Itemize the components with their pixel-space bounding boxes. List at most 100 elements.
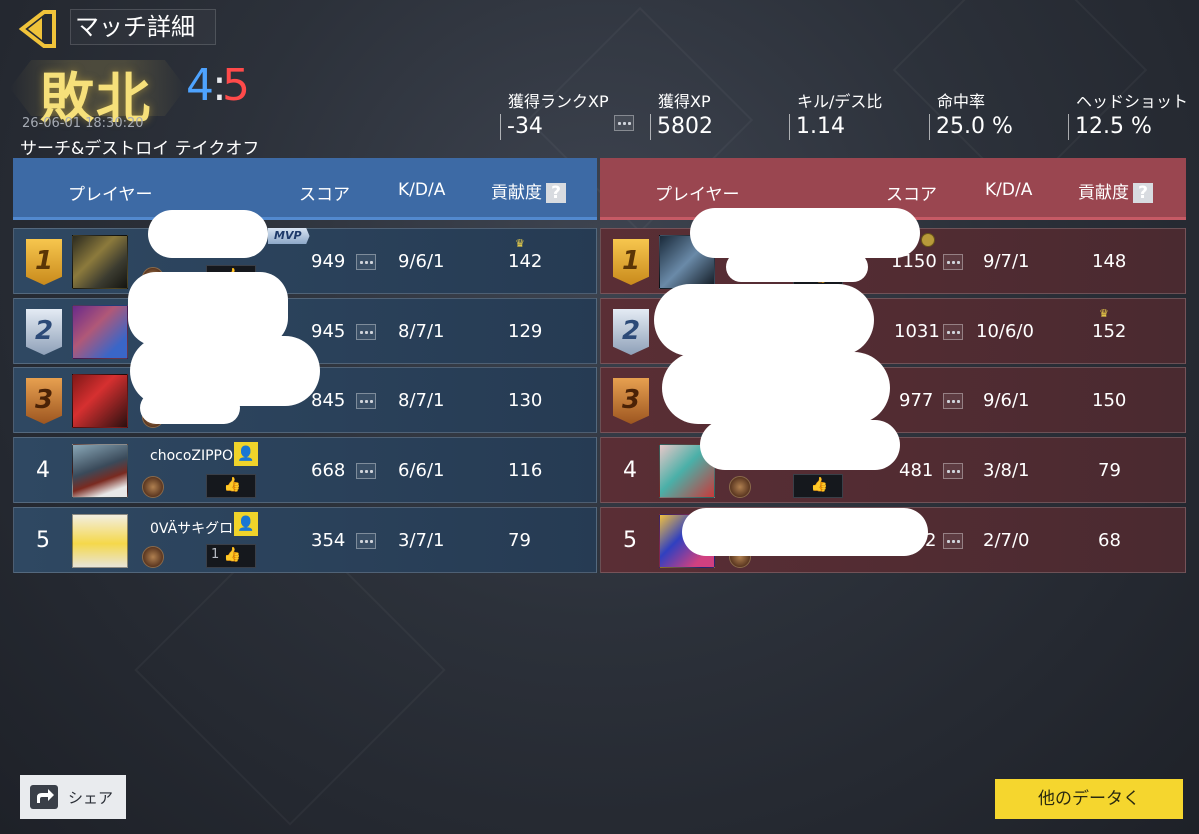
help-icon[interactable]: ? [546,183,566,203]
share-button[interactable]: シェア [20,775,126,819]
back-button[interactable] [14,8,60,50]
rank-number: 5 [623,528,637,553]
player-contribution: 130 [508,390,543,411]
stat-accuracy: 命中率 25.0 % [929,88,1013,140]
more-data-button[interactable]: 他のデータく [995,779,1183,819]
stat-label: ヘッドショット [1076,92,1189,111]
more-dots-icon[interactable] [356,254,376,270]
player-kda: 10/6/0 [976,321,1034,342]
add-friend-icon[interactable]: 👤 [234,512,258,536]
player-kda: 3/8/1 [983,460,1030,481]
player-kda: 6/6/1 [398,460,445,481]
column-player: プレイヤー [68,185,153,205]
player-kda: 9/6/1 [983,390,1030,411]
redaction-mark [726,252,868,282]
rank-number: 4 [36,458,50,483]
share-icon [30,785,58,809]
thumbs-up-icon: 👍 [223,477,241,493]
rank-badge-silver: 2 [26,309,62,355]
player-score: 977 [899,390,934,411]
player-contribution: 148 [1092,251,1127,272]
table-row[interactable]: 5 0VÄサキグロ 👤 1 👍 354 3/7/1 79 [13,507,597,573]
avatar[interactable] [72,514,128,568]
stat-value: 25.0 % [929,114,1013,140]
player-kda: 8/7/1 [398,321,445,342]
like-count: 1 [211,547,220,562]
player-contribution: 152 [1092,321,1127,342]
rank-badge-bronze: 3 [26,378,62,424]
redaction-mark [654,284,874,356]
player-kda: 3/7/1 [398,530,445,551]
redaction-mark [682,508,928,556]
table-row[interactable]: 4 chocoZIPPO 👤 👍 668 6/6/1 116 [13,437,597,503]
page-title: マッチ詳細 [70,9,216,45]
column-kda: K/D/A [985,180,1033,200]
table-row[interactable]: 1 👍 MVP 949 9/6/1 ♛ 142 [13,228,597,294]
avatar[interactable] [72,305,128,359]
column-score: スコア [886,185,937,205]
stat-value: 1.14 [789,114,882,140]
rank-badge-silver: 2 [613,309,649,355]
stat-label: 命中率 [937,92,986,111]
more-dots-icon[interactable] [943,324,963,340]
stat-label: 獲得XP [658,92,711,111]
redaction-mark [700,420,900,470]
player-score: 354 [311,530,346,551]
thumbs-up-icon: 👍 [223,547,241,563]
stat-xp: 獲得XP 5802 [650,88,713,140]
redaction-mark [148,210,268,258]
rank-number: 5 [36,528,50,553]
avatar[interactable] [72,444,128,498]
column-contribution-label: 貢献度 [491,183,542,203]
match-mode: サーチ&デストロイ テイクオフ [20,139,260,159]
add-friend-icon[interactable]: 👤 [234,442,258,466]
player-kda: 9/7/1 [983,251,1030,272]
share-label: シェア [68,789,114,807]
score-blue-team: 4 [186,60,214,111]
player-contribution: 68 [1098,530,1121,551]
more-dots-icon[interactable] [943,463,963,479]
more-dots-icon[interactable] [356,324,376,340]
rank-emblem-icon [142,546,164,568]
mvp-badge: MVP [268,228,310,244]
player-kda: 2/7/0 [983,530,1030,551]
thumbs-up-icon: 👍 [810,477,828,493]
stat-rank-xp: 獲得ランクXP -34 [500,88,609,140]
rank-emblem-icon [142,476,164,498]
more-dots-icon[interactable] [943,393,963,409]
redaction-mark [690,208,920,258]
stat-kd-ratio: キル/デス比 1.14 [789,88,882,140]
more-dots-icon[interactable] [614,115,634,131]
more-dots-icon[interactable] [943,254,963,270]
stat-label: 獲得ランクXP [508,92,609,111]
like-button[interactable]: 👍 [793,474,843,498]
player-contribution: 116 [508,460,543,481]
like-button[interactable]: 👍 [206,474,256,498]
player-score: 1031 [894,321,940,342]
player-kda: 8/7/1 [398,390,445,411]
more-dots-icon[interactable] [943,533,963,549]
column-kda: K/D/A [398,180,446,200]
avatar[interactable] [72,235,128,289]
redaction-mark [140,392,240,424]
player-contribution: 79 [1098,460,1121,481]
column-contribution-label: 貢献度 [1078,183,1129,203]
column-contribution: 貢献度? [491,178,566,203]
more-dots-icon[interactable] [356,463,376,479]
player-name: chocoZIPPO [150,448,234,464]
player-contribution: 79 [508,530,531,551]
match-datetime: 26-06-01 18:30:20 [22,116,144,131]
score-red-team: 5 [222,60,250,111]
rank-badge-bronze: 3 [613,378,649,424]
more-dots-icon[interactable] [356,533,376,549]
column-score: スコア [299,185,350,205]
player-score: 481 [899,460,934,481]
help-icon[interactable]: ? [1133,183,1153,203]
redaction-mark [662,352,890,424]
stat-value: 12.5 % [1068,114,1188,140]
player-name: 0VÄサキグロ [150,521,234,537]
more-dots-icon[interactable] [356,393,376,409]
avatar[interactable] [72,374,128,428]
like-button[interactable]: 1 👍 [206,544,256,568]
player-contribution: 129 [508,321,543,342]
